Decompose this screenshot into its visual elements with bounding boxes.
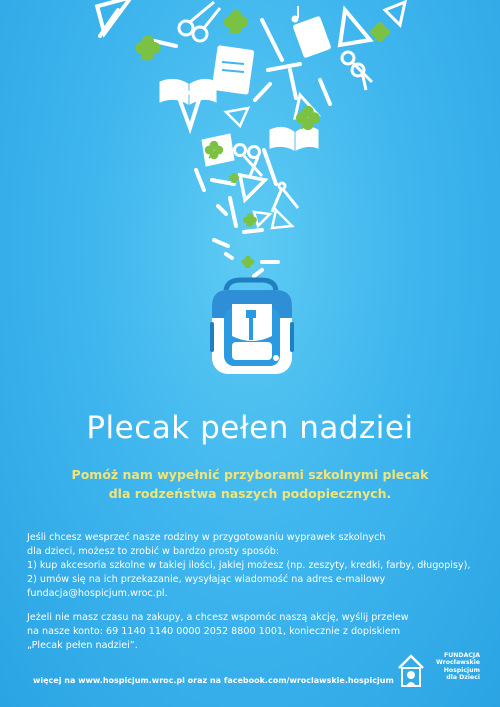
subtitle-line: dla rodzeństwa naszych podopiecznych.	[108, 486, 392, 501]
body-line: 2) umów się na ich przekazanie, wysyłają…	[27, 574, 386, 585]
logo-line: FUNDACJA	[444, 652, 480, 659]
hospice-logo: FUNDACJA Wrocławskie Hospicjum dla Dziec…	[396, 650, 480, 694]
logo-line: Hospicjum	[443, 666, 480, 674]
book-icon	[269, 126, 319, 151]
subtitle-line: Pomóż nam wypełnić przyborami szkolnymi …	[71, 467, 429, 482]
triangle-ruler-icon	[337, 5, 374, 48]
notebook-icon	[211, 45, 255, 95]
clover-icon	[135, 35, 161, 61]
clover-icon	[241, 255, 255, 269]
clover-icon	[223, 9, 249, 35]
book-icon	[159, 78, 217, 105]
backpack-icon	[210, 277, 294, 374]
poster-body: Jeśli chcesz wesprzeć nasze rodziny w pr…	[27, 531, 473, 653]
scissors-icon	[233, 143, 264, 178]
logo-line: dla Dzieci	[446, 673, 480, 681]
logo-line: Wrocławskie	[436, 659, 480, 667]
body-line: 1) kup akcesoria szkolne w takiej ilości…	[27, 560, 471, 571]
body-paragraph-1: Jeśli chcesz wesprzeć nasze rodziny w pr…	[27, 531, 473, 601]
footer-website-text: więcej na www.hospicjum.wroc.pl oraz na …	[33, 676, 394, 685]
music-note-icon	[291, 6, 299, 23]
triangle-ruler-icon	[382, 0, 407, 29]
scissors-icon	[340, 50, 374, 91]
school-supplies-illustration	[94, 0, 407, 374]
scissors-icon	[177, 0, 222, 43]
body-line: dla dzieci, możesz to zrobić w bardzo pr…	[27, 546, 280, 557]
poster-title: Plecak pełen nadziei	[86, 410, 414, 446]
body-line: Jeżeli nie masz czasu na zakupy, a chces…	[27, 612, 409, 623]
body-line: fundacja@hospicjum.wroc.pl.	[27, 588, 168, 599]
logo-text: FUNDACJA Wrocławskie Hospicjum dla Dziec…	[418, 652, 480, 681]
triangle-ruler-icon	[223, 106, 251, 129]
notebook-icon	[293, 16, 331, 58]
triangle-ruler-icon	[270, 207, 295, 230]
poster-subtitle: Pomóż nam wypełnić przyborami szkolnymi …	[0, 465, 500, 503]
triangle-ruler-icon	[237, 172, 269, 204]
body-paragraph-2: Jeżeli nie masz czasu na zakupy, a chces…	[27, 611, 473, 653]
body-line: na nasze konto: 69 1140 1140 0000 2052 8…	[27, 626, 401, 637]
clover-icon	[370, 22, 390, 42]
clover-icon	[295, 105, 321, 131]
compass-icon	[270, 181, 300, 213]
body-line: Jeśli chcesz wesprzeć nasze rodziny w pr…	[27, 532, 386, 543]
